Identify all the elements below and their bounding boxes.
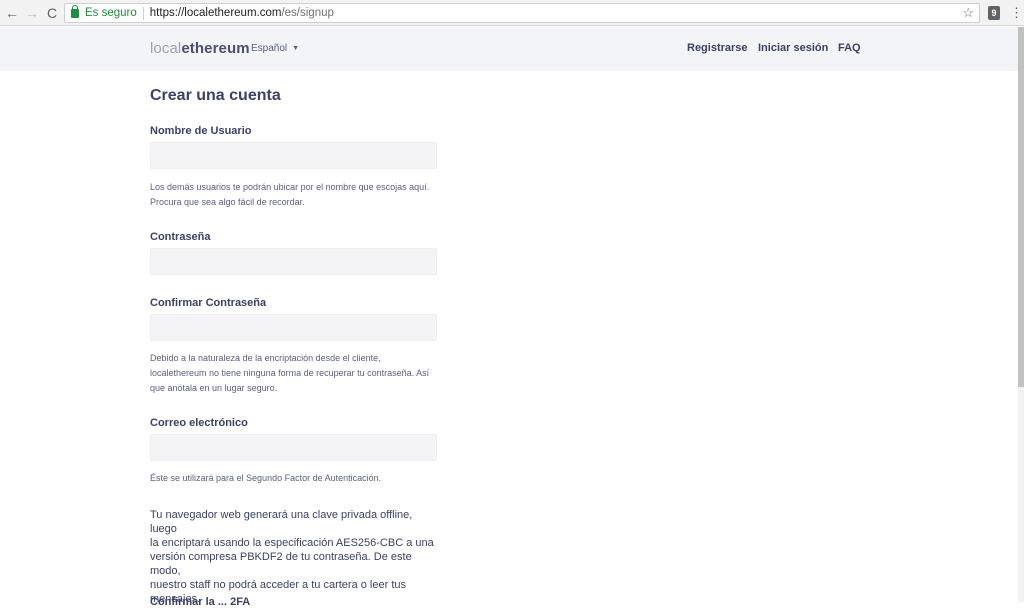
username-help-line-2: Procura que sea algo fácil de recordar. [150, 197, 305, 207]
lock-icon [71, 4, 79, 18]
username-input[interactable] [150, 142, 437, 169]
confirm-password-input[interactable] [150, 314, 437, 341]
email-input[interactable] [150, 434, 437, 461]
username-label: Nombre de Usuario [150, 125, 252, 137]
cut-off-label: Confirmar la ... 2FA [150, 596, 251, 608]
username-help: Los demás usuarios te podrán ubicar por … [150, 180, 450, 210]
url-base: https://localethereum.com [149, 7, 282, 19]
language-label: Español [251, 43, 288, 54]
confirm-password-label: Confirmar Contraseña [150, 297, 267, 309]
page-title: Crear una cuenta [150, 87, 281, 104]
reload-icon[interactable]: C [42, 3, 62, 23]
url-path: /es/signup [281, 7, 334, 19]
site-header: localethereum Español ▼ Registrarse Inici… [0, 27, 1018, 71]
password-input[interactable] [150, 248, 437, 275]
caret-down-icon: ▼ [292, 45, 300, 52]
address-bar[interactable]: Es seguro https://localethereum.com/es/s… [64, 3, 980, 23]
url-text[interactable]: https://localethereum.com/es/signup [150, 7, 334, 19]
logo-light-text: local [150, 40, 182, 57]
logo-bold-text: ethereum [181, 40, 250, 57]
password-label: Contraseña [150, 231, 211, 243]
browser-toolbar: ← → C Es seguro https://localethereum.co… [0, 0, 1024, 26]
nav-faq-link[interactable]: FAQ [838, 42, 861, 54]
browser-menu-icon[interactable]: ⋮ [1010, 4, 1023, 22]
extension-icon[interactable]: 9 [988, 6, 1000, 20]
password-help-line-3: que anótala en un lugar seguro. [150, 383, 278, 393]
forward-arrow-icon[interactable]: → [22, 3, 42, 23]
info-line-1: Tu navegador web generará una clave priv… [150, 509, 413, 535]
info-line-4: nuestro staff no podrá acceder a tu cart… [150, 579, 407, 591]
encryption-info: Tu navegador web generará una clave priv… [150, 508, 440, 606]
nav-register-link[interactable]: Registrarse [687, 42, 748, 54]
language-selector[interactable]: Español ▼ [251, 43, 299, 54]
back-arrow-icon[interactable]: ← [2, 3, 22, 23]
email-label: Correo electrónico [150, 417, 248, 429]
bookmark-star-icon[interactable]: ☆ [962, 5, 974, 21]
nav-login-link[interactable]: Iniciar sesión [758, 42, 828, 54]
secure-label: Es seguro [85, 7, 137, 19]
address-separator [142, 6, 144, 20]
info-line-3: versión compresa PBKDF2 de tu contraseña… [150, 551, 412, 577]
scrollbar-thumb[interactable] [1018, 27, 1024, 387]
username-help-line-1: Los demás usuarios te podrán ubicar por … [150, 182, 430, 192]
page-scrollbar[interactable] [1018, 27, 1024, 602]
email-help: Éste se utilizará para el Segundo Factor… [150, 473, 382, 483]
info-line-2: la encriptará usando la especificación A… [150, 537, 434, 549]
site-logo[interactable]: localethereum [150, 40, 250, 57]
password-help-line-2: localethereum no tiene ninguna forma de … [150, 368, 430, 378]
password-help-line-1: Debido a la naturaleza de la encriptació… [150, 353, 381, 363]
password-warning-help: Debido a la naturaleza de la encriptació… [150, 351, 450, 396]
